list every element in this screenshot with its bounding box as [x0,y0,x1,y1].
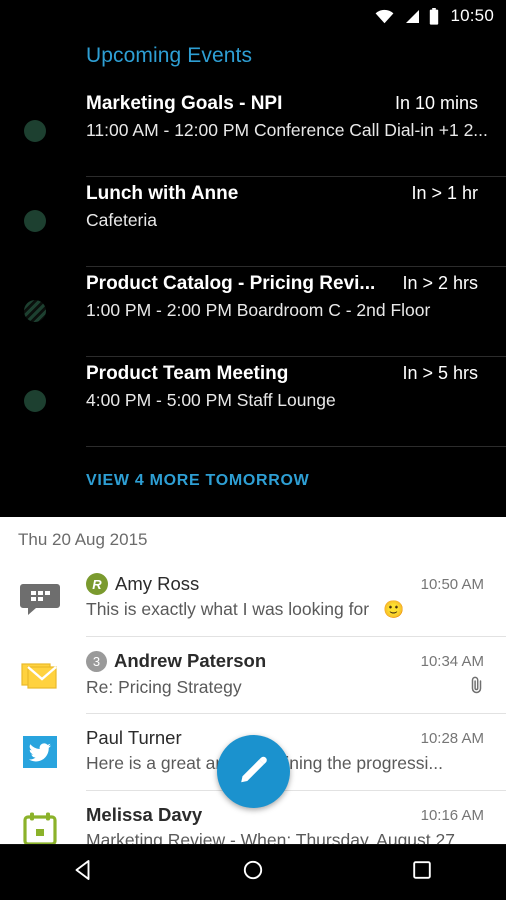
wifi-icon [375,9,394,24]
status-bar: 10:50 [0,0,506,32]
event-status-dot [24,210,46,232]
android-navigation-bar [0,844,506,900]
event-countdown: In 10 mins [395,93,478,114]
sender-name: Andrew Paterson [114,650,266,672]
sender-name: Paul Turner [86,727,182,749]
event-details: 1:00 PM - 2:00 PM Boardroom C - 2nd Floo… [86,300,478,321]
message-preview: This is exactly what I was looking for [86,599,369,620]
bbm-icon [20,578,60,618]
smiley-emoji-icon: 🙂 [377,600,404,620]
twitter-icon [20,732,60,772]
panel-title: Upcoming Events [0,32,506,88]
event-countdown: In > 5 hrs [402,363,478,384]
unread-count-badge: 3 [86,651,107,672]
event-status-dot [24,390,46,412]
recents-button[interactable] [392,845,452,900]
event-row[interactable]: Marketing Goals - NPI In 10 mins 11:00 A… [0,88,506,178]
compose-fab-button[interactable] [217,735,290,808]
status-bar-clock: 10:50 [450,6,494,26]
event-countdown: In > 1 hr [411,183,478,204]
event-row[interactable]: Product Team Meeting In > 5 hrs 4:00 PM … [0,358,506,448]
event-title: Lunch with Anne [86,183,238,205]
attachment-paperclip-icon [470,676,484,699]
event-details: 4:00 PM - 5:00 PM Staff Lounge [86,390,478,411]
message-time: 10:34 AM [421,653,484,670]
event-row[interactable]: Lunch with Anne In > 1 hr Cafeteria [0,178,506,268]
event-details: Cafeteria [86,210,478,231]
message-time: 10:28 AM [421,730,484,747]
message-time: 10:50 AM [421,576,484,593]
retract-badge: R [86,573,108,595]
event-title: Product Team Meeting [86,363,288,385]
sender-name: Amy Ross [115,573,199,595]
event-status-dot [24,120,46,142]
battery-icon [429,8,439,25]
event-row[interactable]: Product Catalog - Pricing Revi... In > 2… [0,268,506,358]
back-button[interactable] [54,845,114,900]
event-countdown: In > 2 hrs [402,273,478,294]
event-status-dot-tentative [24,300,46,322]
back-triangle-icon [71,857,97,888]
message-preview: Re: Pricing Strategy [86,677,242,698]
view-more-tomorrow-link[interactable]: VIEW 4 MORE TOMORROW [0,448,506,516]
calendar-icon [20,809,60,844]
message-time: 10:16 AM [421,807,484,824]
sender-name: Melissa Davy [86,804,202,826]
email-icon [20,655,60,695]
cellular-signal-icon [403,9,420,24]
list-item[interactable]: 3 Andrew Paterson 10:34 AM Re: Pricing S… [0,637,506,714]
compose-pencil-icon [237,752,271,791]
list-item[interactable]: R Amy Ross 10:50 AM This is exactly what… [0,560,506,637]
home-circle-icon [240,857,266,888]
recents-square-icon [409,857,435,888]
phone-screen: 10:50 Upcoming Events Marketing Goals - … [0,0,506,900]
home-button[interactable] [223,845,283,900]
event-title: Marketing Goals - NPI [86,93,282,115]
event-details: 11:00 AM - 12:00 PM Conference Call Dial… [86,120,478,141]
date-header: Thu 20 Aug 2015 [0,517,506,560]
message-preview: Marketing Review - When: Thursday, Augus… [86,830,474,844]
upcoming-events-panel: Upcoming Events Marketing Goals - NPI In… [0,32,506,520]
event-title: Product Catalog - Pricing Revi... [86,273,375,295]
